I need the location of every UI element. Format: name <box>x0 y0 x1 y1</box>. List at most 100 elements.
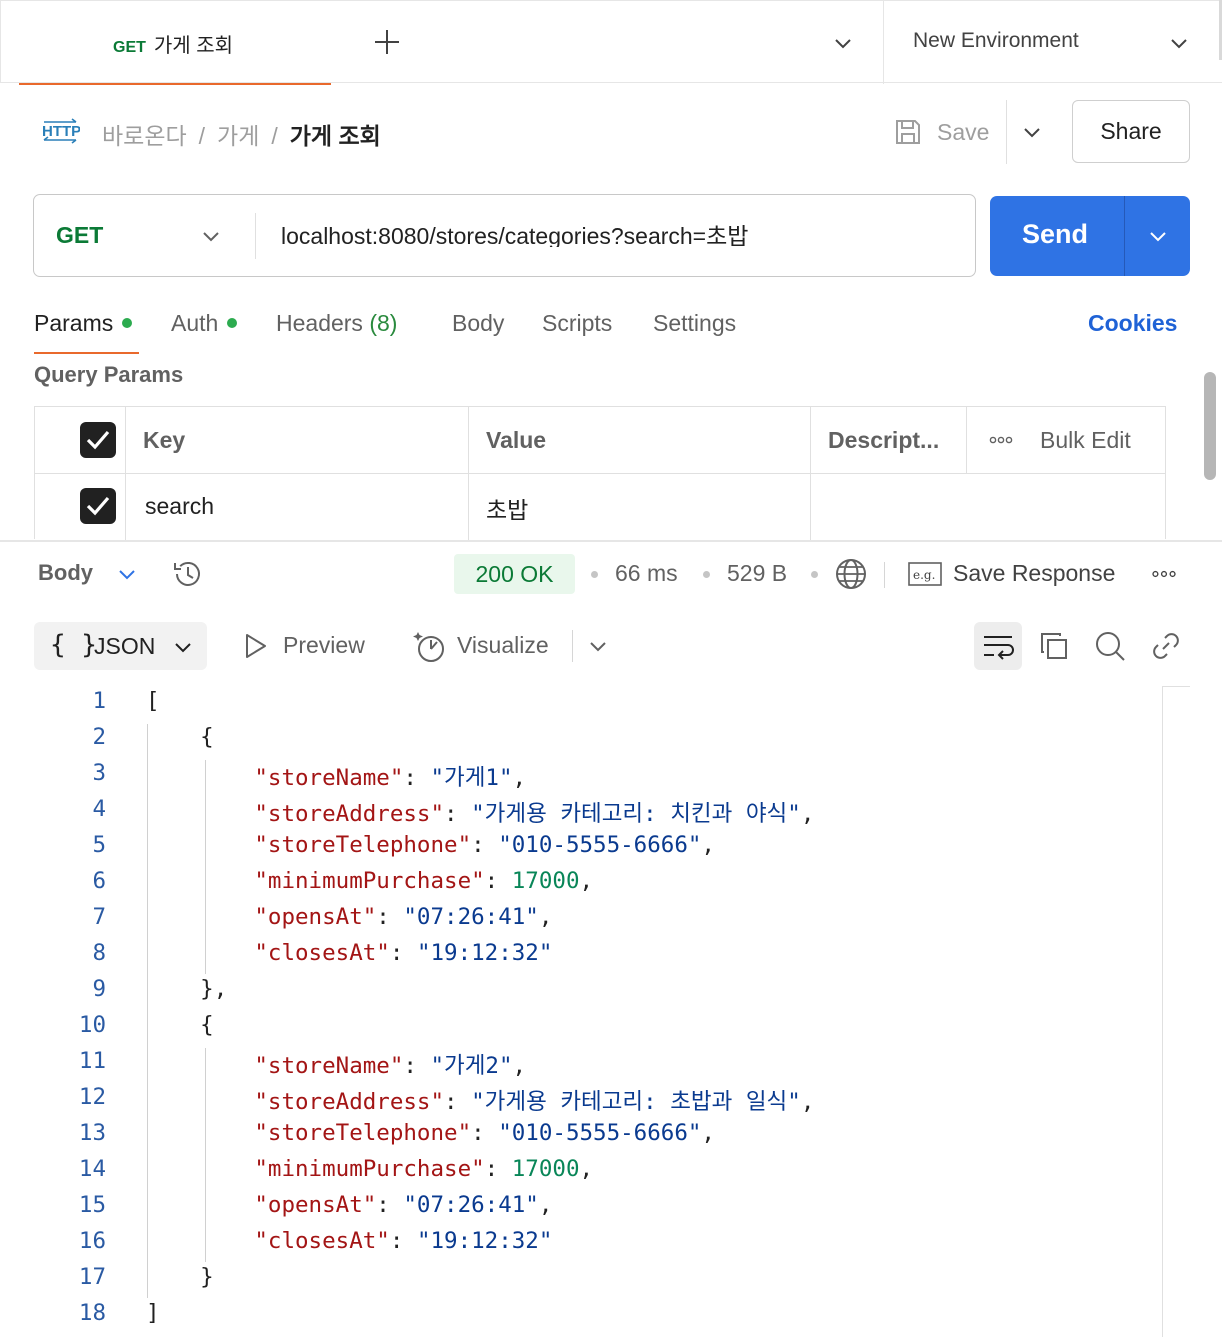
tab-body[interactable]: Body <box>452 310 504 337</box>
cookies-link[interactable]: Cookies <box>1088 310 1177 337</box>
line-number: 6 <box>92 868 106 894</box>
line-number: 18 <box>78 1300 106 1326</box>
breadcrumb: 바로온다 / 가게 / 가게 조회 <box>102 123 381 149</box>
divider <box>125 407 126 540</box>
copy-icon[interactable] <box>1038 630 1070 662</box>
separator-dot <box>703 571 710 578</box>
line-number: 11 <box>78 1048 106 1074</box>
environment-select[interactable]: New Environment <box>913 29 1079 53</box>
response-time[interactable]: 66 ms <box>615 560 678 587</box>
tab-params[interactable]: Params <box>34 310 133 337</box>
preview-label: Preview <box>283 632 365 658</box>
breadcrumb-current[interactable]: 가게 조회 <box>290 123 381 149</box>
visualize-button[interactable]: Visualize <box>413 628 549 670</box>
line-number: 15 <box>78 1192 106 1218</box>
visualize-label: Visualize <box>457 632 549 658</box>
tab-settings[interactable]: Settings <box>653 310 736 337</box>
param-value-cell[interactable]: 초밥 <box>486 491 528 525</box>
tab-auth-label: Auth <box>171 310 219 336</box>
line-number: 17 <box>78 1264 106 1290</box>
column-header-key: Key <box>143 427 186 453</box>
line-number: 14 <box>78 1156 106 1182</box>
column-header-description: Descript... <box>828 427 940 453</box>
visualize-icon <box>413 632 444 662</box>
save-button[interactable]: Save <box>893 112 989 152</box>
share-button[interactable]: Share <box>1072 100 1190 163</box>
scrollbar[interactable] <box>1204 372 1216 480</box>
status-badge[interactable]: 200 OK <box>454 554 575 594</box>
chevron-down-icon[interactable] <box>1020 120 1044 144</box>
chevron-down-icon[interactable] <box>1167 31 1191 55</box>
divider <box>255 213 256 259</box>
tab-method: GET <box>113 39 146 56</box>
divider <box>468 407 469 540</box>
status-dot <box>122 317 133 328</box>
divider <box>572 630 573 662</box>
save-label: Save <box>937 118 990 145</box>
request-url-bar: GET <box>33 194 976 277</box>
line-number: 7 <box>92 904 106 930</box>
param-checkbox[interactable] <box>80 488 116 524</box>
separator-dot <box>811 571 818 578</box>
divider <box>883 1 884 84</box>
response-size[interactable]: 529 B <box>727 560 787 587</box>
breadcrumb-folder[interactable]: 가게 <box>217 123 259 149</box>
breadcrumb-collection[interactable]: 바로온다 <box>102 123 187 149</box>
chevron-down-icon <box>175 643 191 653</box>
search-icon[interactable] <box>1094 630 1126 662</box>
chevron-down-icon[interactable] <box>116 563 138 585</box>
tab-headers[interactable]: Headers (8) <box>276 310 397 337</box>
line-number: 2 <box>92 724 106 750</box>
headers-count: (8) <box>369 310 398 336</box>
http-icon: HTTP <box>42 118 80 144</box>
response-body-select[interactable]: Body <box>38 560 93 586</box>
chevron-down-icon[interactable] <box>200 225 222 247</box>
divider <box>1006 100 1007 164</box>
line-number: 1 <box>92 688 106 714</box>
response-format-select[interactable]: { } JSON <box>34 622 207 670</box>
globe-icon[interactable] <box>834 557 868 591</box>
divider <box>966 407 967 473</box>
line-number: 16 <box>78 1228 106 1254</box>
param-key-cell[interactable]: search <box>145 493 214 520</box>
line-number: 13 <box>78 1120 106 1146</box>
history-icon[interactable] <box>171 557 205 591</box>
more-icon[interactable] <box>989 436 1013 444</box>
wrap-lines-button[interactable] <box>974 622 1022 670</box>
response-body-viewer[interactable]: 1[ 2 { 3 "storeName": "가게1", 4 "storeAdd… <box>0 686 1222 1337</box>
check-icon <box>86 430 110 450</box>
status-dot <box>227 317 238 328</box>
divider <box>810 407 811 540</box>
check-icon <box>86 496 110 516</box>
preview-button[interactable]: Preview <box>243 632 365 659</box>
bulk-edit-button[interactable]: Bulk Edit <box>1040 427 1131 454</box>
tab-scripts[interactable]: Scripts <box>542 310 612 337</box>
method-select[interactable]: GET <box>56 222 103 249</box>
send-button[interactable]: Send <box>990 196 1190 276</box>
line-number: 12 <box>78 1084 106 1110</box>
chevron-down-icon[interactable] <box>831 31 855 55</box>
tab-store-lookup[interactable]: GET 가게 조회 <box>19 1 331 85</box>
tab-params-label: Params <box>34 310 114 336</box>
send-label: Send <box>1022 219 1089 249</box>
divider <box>35 473 1165 474</box>
wrap-icon <box>984 636 1014 660</box>
link-icon[interactable] <box>1150 630 1182 662</box>
pane-divider[interactable] <box>0 540 1222 542</box>
chevron-down-icon[interactable] <box>1146 224 1170 248</box>
active-tab-indicator <box>34 352 139 354</box>
example-icon: e.g. <box>908 562 942 586</box>
chevron-down-icon[interactable] <box>587 635 609 657</box>
more-icon[interactable] <box>1152 570 1176 578</box>
separator-dot <box>591 571 598 578</box>
tab-title: GET 가게 조회 <box>113 29 233 58</box>
tab-auth[interactable]: Auth <box>171 310 238 337</box>
save-icon <box>896 120 920 144</box>
select-all-checkbox[interactable] <box>80 422 116 458</box>
line-number: 4 <box>92 796 106 822</box>
url-input[interactable] <box>281 220 961 247</box>
save-response-button[interactable]: Save Response <box>953 560 1115 587</box>
line-number: 5 <box>92 832 106 858</box>
plus-icon[interactable] <box>373 28 401 56</box>
format-label: JSON <box>94 633 156 659</box>
